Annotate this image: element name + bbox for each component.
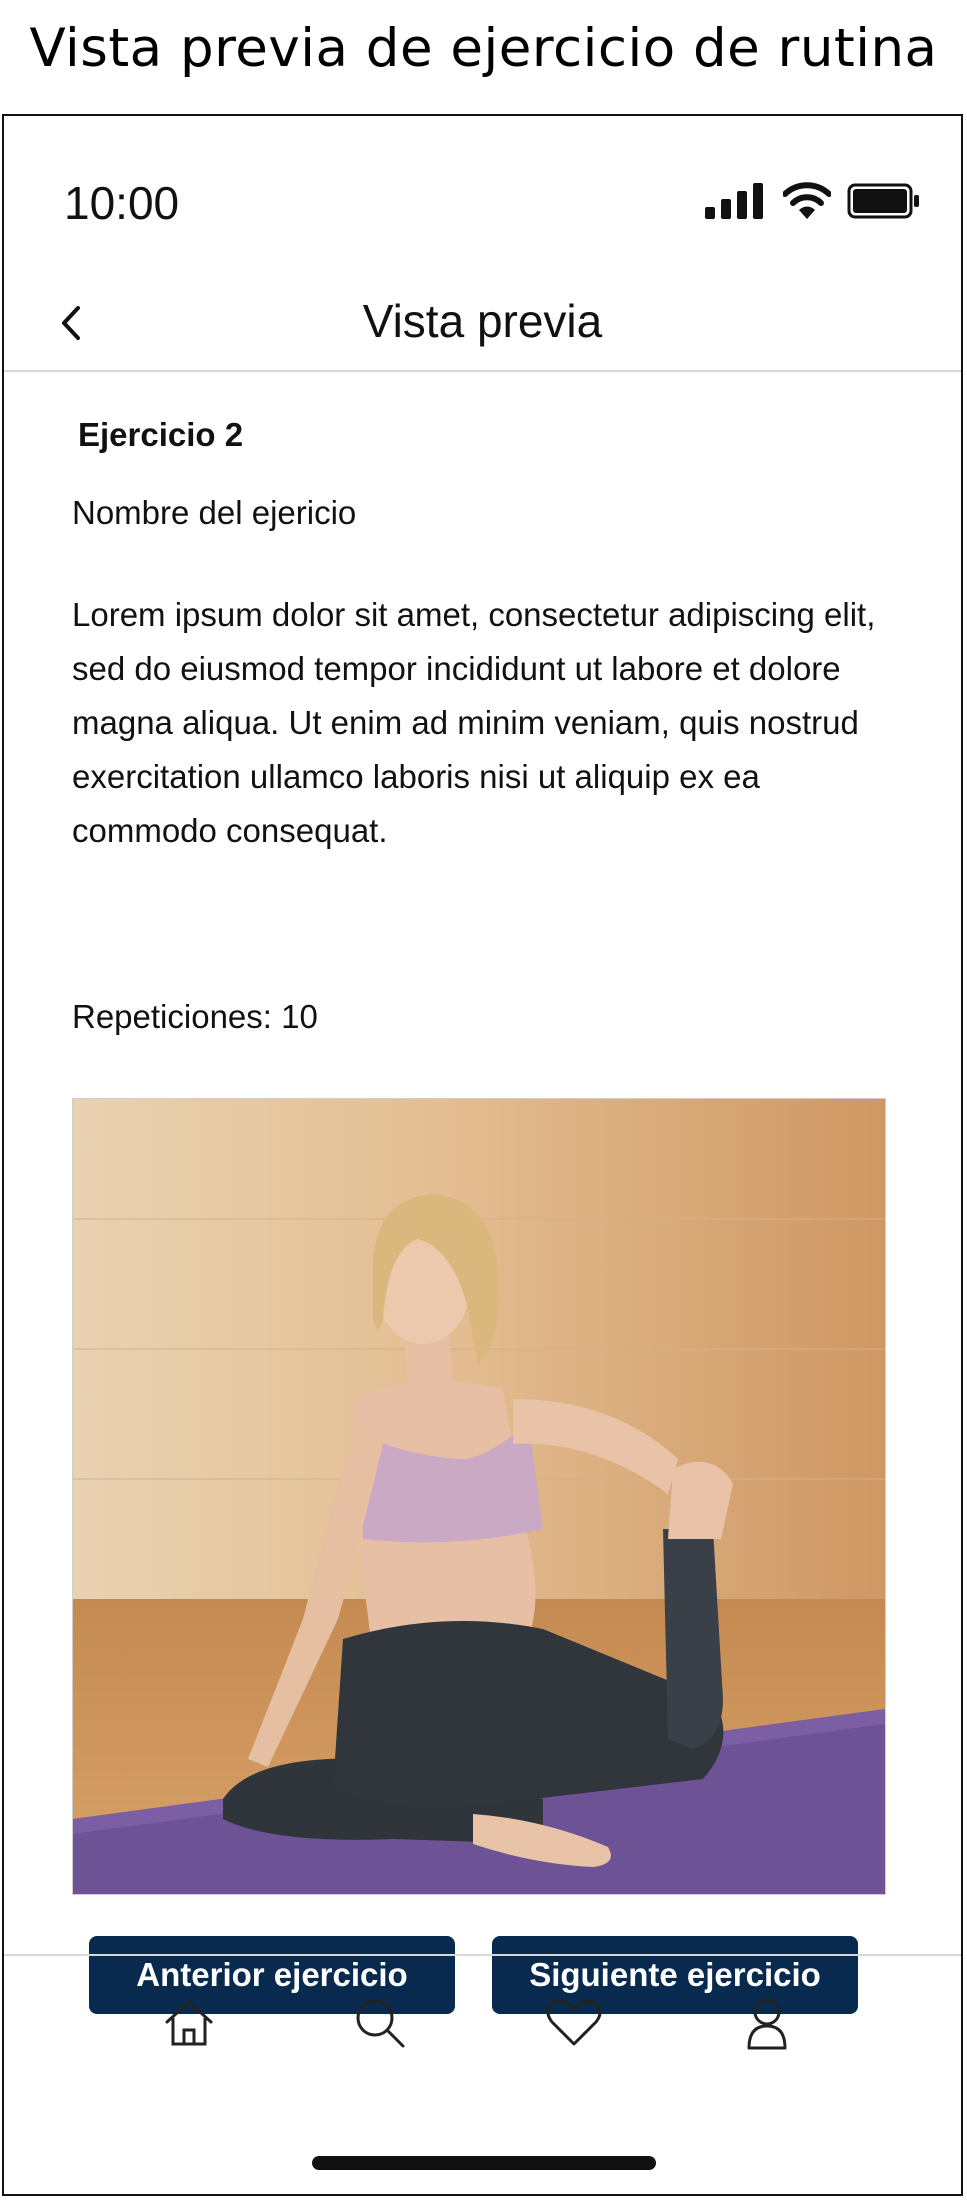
status-icons: [705, 182, 921, 220]
bottom-tab-bar: [4, 1954, 961, 2116]
phone-frame: 10:00 Vista previa Ejercicio 2 Nombre de…: [2, 114, 963, 2196]
home-indicator: [312, 2156, 656, 2170]
exercise-number: Ejercicio 2: [78, 416, 244, 453]
page-title: Vista previa: [362, 295, 603, 347]
battery-icon: [847, 183, 919, 219]
search-icon[interactable]: [349, 1992, 409, 2052]
user-icon[interactable]: [737, 1992, 797, 2052]
status-time: 10:00: [64, 177, 180, 229]
exercise-repetitions: Repeticiones: 10: [72, 998, 318, 1035]
exercise-photo-illustration: [73, 1099, 885, 1894]
heart-icon[interactable]: [544, 1992, 604, 2052]
home-icon[interactable]: [159, 1992, 219, 2052]
exercise-photo: [72, 1098, 886, 1895]
nav-header: Vista previa: [4, 266, 961, 372]
exercise-description: Lorem ipsum dolor sit amet, consectetur …: [72, 596, 876, 849]
exercise-name: Nombre del ejericio: [72, 494, 357, 531]
wifi-icon: [783, 182, 831, 219]
signal-icon: [705, 183, 763, 219]
page-caption: Vista previa de ejercicio de rutina: [29, 18, 938, 79]
